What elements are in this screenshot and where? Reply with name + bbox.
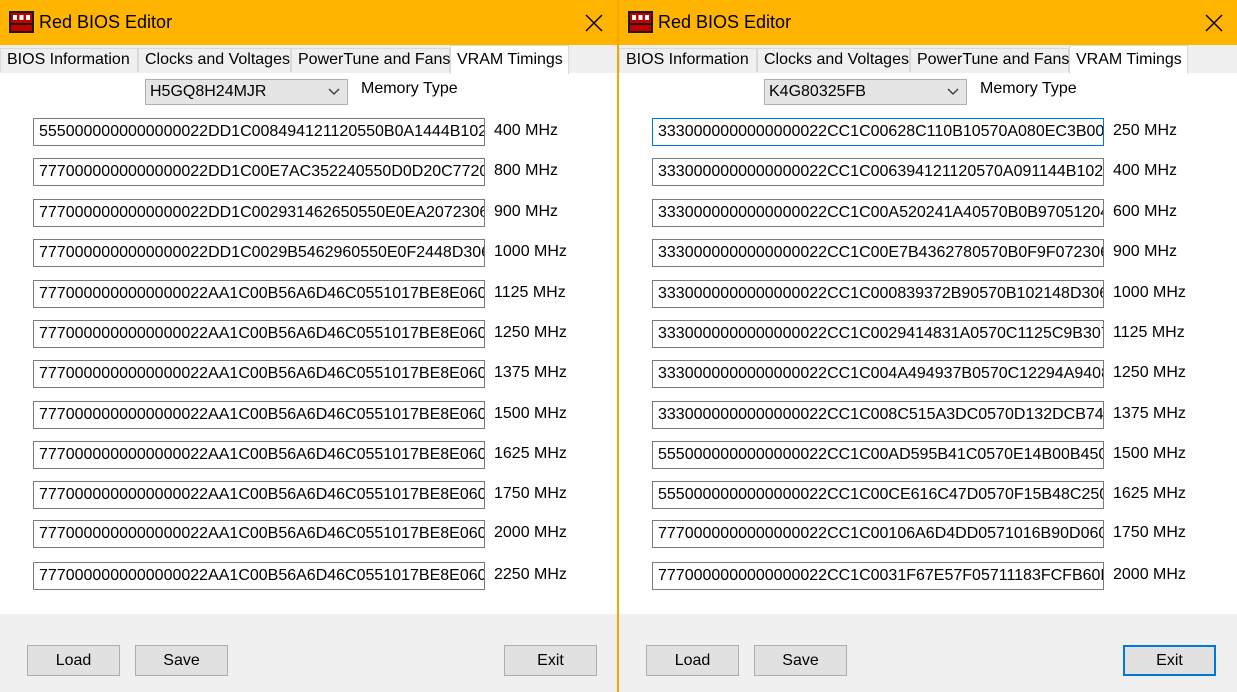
- red-bios-chip-icon: [9, 11, 34, 33]
- tab-powertune-and-fans[interactable]: PowerTune and Fans: [291, 48, 450, 72]
- frequency-label: 800 MHz: [494, 162, 559, 179]
- timing-strap-input[interactable]: [652, 360, 1104, 388]
- frequency-label: 1375 MHz: [494, 364, 567, 381]
- timing-strap-input[interactable]: [652, 199, 1104, 227]
- timing-strap-input[interactable]: [33, 562, 485, 590]
- load-button[interactable]: Load: [646, 645, 739, 676]
- frequency-label: 250 MHz: [1113, 122, 1178, 139]
- frequency-label: 1625 MHz: [494, 445, 567, 462]
- tab-bios-information[interactable]: BIOS Information: [619, 48, 757, 72]
- close-button[interactable]: [1191, 0, 1237, 45]
- frequency-label: 1125 MHz: [494, 284, 566, 301]
- tab-powertune-and-fans[interactable]: PowerTune and Fans: [910, 48, 1069, 72]
- timing-strap-input[interactable]: [33, 199, 485, 227]
- bios-editor-window-right: Red BIOS Editor BIOS Information Clocks …: [619, 0, 1237, 692]
- title-bar[interactable]: Red BIOS Editor: [619, 0, 1237, 45]
- frequency-label: 1750 MHz: [494, 485, 567, 502]
- bios-editor-window-left: Red BIOS Editor BIOS Information Clocks …: [0, 0, 617, 692]
- frequency-label: 1250 MHz: [494, 324, 567, 341]
- timing-strap-input[interactable]: [33, 360, 485, 388]
- timing-strap-input[interactable]: [652, 239, 1104, 267]
- red-bios-chip-icon: [628, 11, 653, 33]
- load-button[interactable]: Load: [27, 645, 120, 676]
- memory-select[interactable]: K4G80325FB: [764, 79, 967, 105]
- memory-select-value: K4G80325FB: [769, 83, 866, 100]
- frequency-label: 600 MHz: [1113, 203, 1178, 220]
- timing-strap-input[interactable]: [33, 441, 485, 469]
- frequency-label: 1125 MHz: [1113, 324, 1185, 341]
- timing-strap-input[interactable]: [652, 320, 1104, 348]
- frequency-label: 2250 MHz: [494, 566, 567, 583]
- tab-clocks-and-voltages[interactable]: Clocks and Voltages: [757, 48, 910, 72]
- tab-bios-information[interactable]: BIOS Information: [0, 48, 138, 72]
- memory-type-label: Memory Type: [980, 80, 1077, 97]
- timing-strap-input[interactable]: [652, 280, 1104, 308]
- memory-select-value: H5GQ8H24MJR: [150, 83, 267, 100]
- frequency-label: 1500 MHz: [1113, 445, 1186, 462]
- frequency-label: 1625 MHz: [1113, 485, 1186, 502]
- save-button[interactable]: Save: [135, 645, 228, 676]
- timing-strap-input[interactable]: [33, 320, 485, 348]
- timing-strap-input[interactable]: [652, 118, 1104, 146]
- tab-strip: BIOS Information Clocks and Voltages Pow…: [0, 45, 617, 74]
- frequency-label: 2000 MHz: [494, 524, 567, 541]
- frequency-label: 1375 MHz: [1113, 405, 1186, 422]
- tab-vram-timings[interactable]: VRAM Timings: [1069, 45, 1188, 74]
- window-title: Red BIOS Editor: [39, 12, 173, 32]
- close-button[interactable]: [571, 0, 617, 45]
- timing-strap-input[interactable]: [33, 401, 485, 429]
- exit-button[interactable]: Exit: [504, 645, 597, 676]
- tab-clocks-and-voltages[interactable]: Clocks and Voltages: [138, 48, 291, 72]
- frequency-label: 1000 MHz: [494, 243, 567, 260]
- timing-strap-input[interactable]: [33, 118, 485, 146]
- tab-strip: BIOS Information Clocks and Voltages Pow…: [619, 45, 1237, 74]
- chevron-down-icon: [328, 88, 340, 95]
- timing-strap-input[interactable]: [33, 520, 485, 548]
- frequency-label: 2000 MHz: [1113, 566, 1186, 583]
- timing-strap-input[interactable]: [652, 562, 1104, 590]
- frequency-label: 900 MHz: [494, 203, 559, 220]
- frequency-label: 1500 MHz: [494, 405, 567, 422]
- frequency-label: 400 MHz: [1113, 162, 1178, 179]
- timing-strap-input[interactable]: [652, 520, 1104, 548]
- timing-strap-input[interactable]: [652, 401, 1104, 429]
- close-icon: [1205, 14, 1223, 31]
- exit-button[interactable]: Exit: [1123, 645, 1216, 676]
- frequency-label: 1750 MHz: [1113, 524, 1186, 541]
- tab-vram-timings[interactable]: VRAM Timings: [450, 45, 569, 74]
- title-bar[interactable]: Red BIOS Editor: [0, 0, 617, 45]
- memory-type-label: Memory Type: [361, 80, 458, 97]
- close-icon: [585, 14, 603, 31]
- timing-strap-input[interactable]: [652, 158, 1104, 186]
- memory-select[interactable]: H5GQ8H24MJR: [145, 79, 348, 105]
- frequency-label: 900 MHz: [1113, 243, 1178, 260]
- frequency-label: 1250 MHz: [1113, 364, 1186, 381]
- frequency-label: 400 MHz: [494, 122, 559, 139]
- window-title: Red BIOS Editor: [658, 12, 792, 32]
- chevron-down-icon: [947, 88, 959, 95]
- timing-strap-input[interactable]: [652, 441, 1104, 469]
- timing-strap-input[interactable]: [33, 158, 485, 186]
- timing-strap-input[interactable]: [33, 280, 485, 308]
- timing-strap-input[interactable]: [33, 481, 485, 509]
- timing-strap-input[interactable]: [652, 481, 1104, 509]
- timing-strap-input[interactable]: [33, 239, 485, 267]
- frequency-label: 1000 MHz: [1113, 284, 1186, 301]
- save-button[interactable]: Save: [754, 645, 847, 676]
